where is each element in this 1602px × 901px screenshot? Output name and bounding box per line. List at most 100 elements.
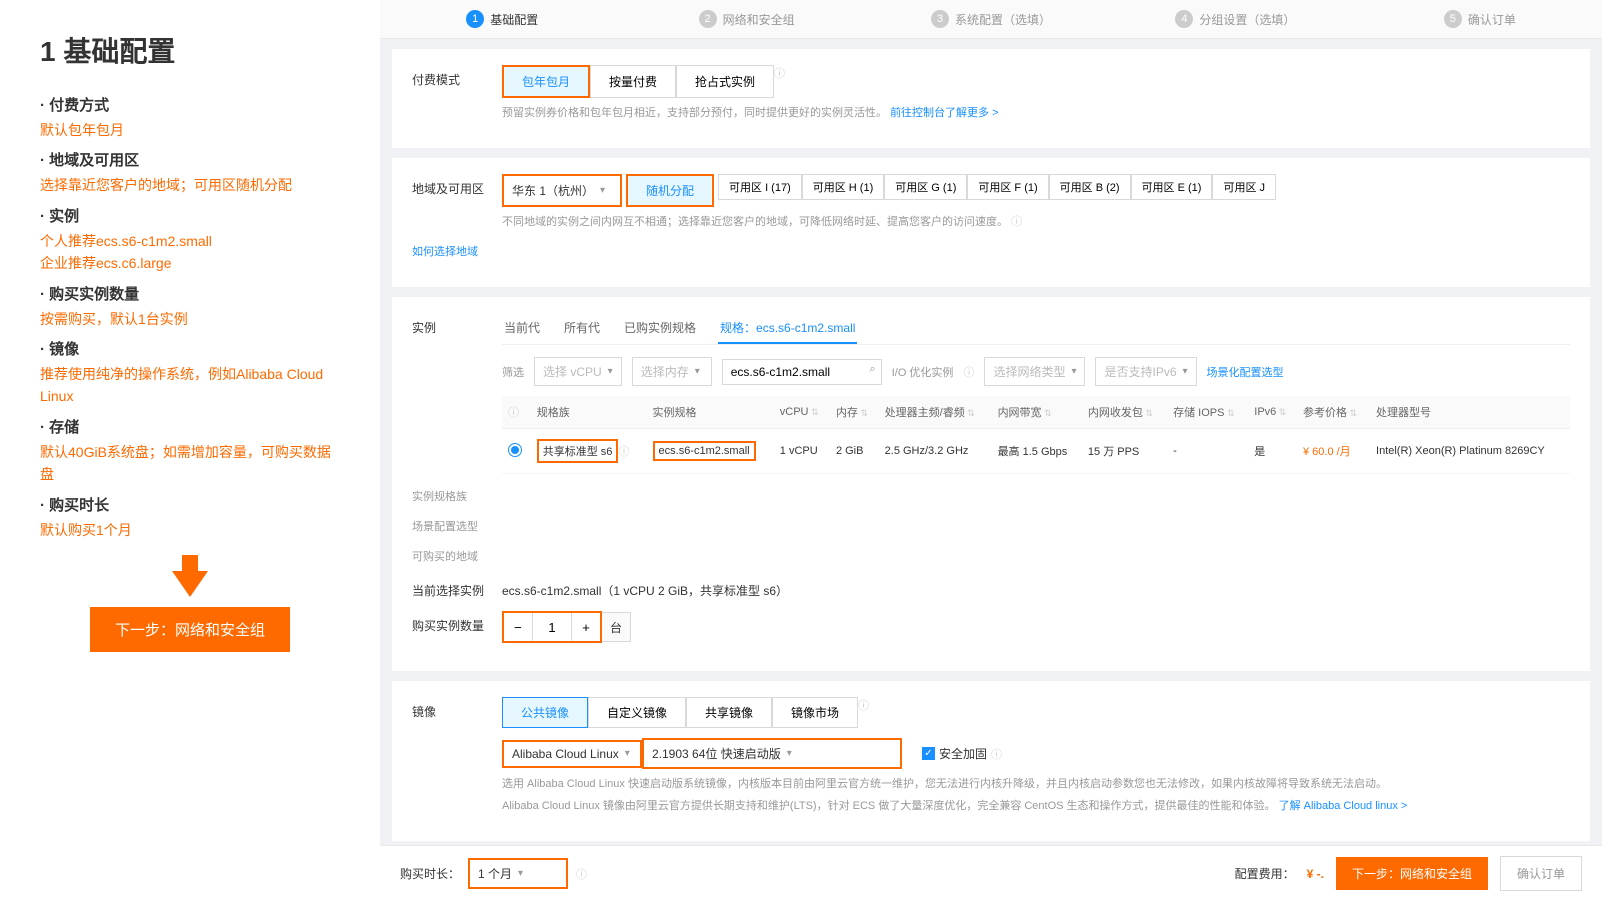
io-optimized-label: I/O 优化实例 bbox=[892, 364, 954, 380]
security-checkbox[interactable] bbox=[922, 747, 935, 760]
zone-button[interactable]: 可用区 B (2) bbox=[1049, 174, 1131, 200]
filter-vcpu-select[interactable]: 选择 vCPU bbox=[534, 357, 622, 386]
table-header[interactable]: 内网收发包 ⇅ bbox=[1082, 396, 1167, 429]
payment-spot[interactable]: 抢占式实例 bbox=[676, 65, 774, 98]
footer-bar: 购买时长： 1 个月 ⓘ 配置费用： ¥ -. 下一步：网络和安全组 确认订单 bbox=[380, 845, 1602, 901]
sidebar-heading: 存储 bbox=[40, 416, 340, 437]
instance-label: 实例 bbox=[412, 313, 502, 336]
instance-family-sublabel: 实例规格族 bbox=[412, 486, 502, 504]
filter-network-select[interactable]: 选择网络类型 bbox=[984, 357, 1085, 386]
table-header[interactable]: 处理器主频/睿频 ⇅ bbox=[879, 396, 992, 429]
wizard-steps: 1基础配置2网络和安全组3系统配置（选填）4分组设置（选填）5确认订单 bbox=[380, 0, 1602, 39]
zone-button[interactable]: 可用区 H (1) bbox=[802, 174, 885, 200]
image-label: 镜像 bbox=[412, 697, 502, 720]
info-icon: ⓘ bbox=[858, 697, 869, 728]
sidebar-desc: 默认购买1个月 bbox=[40, 519, 340, 541]
instance-search-input[interactable] bbox=[722, 359, 882, 385]
qty-input[interactable] bbox=[532, 613, 572, 641]
info-icon[interactable]: ⓘ bbox=[774, 65, 785, 98]
qty-plus-button[interactable]: + bbox=[572, 613, 600, 641]
sidebar-desc: 推荐使用纯净的操作系统，例如Alibaba Cloud Linux bbox=[40, 363, 340, 408]
duration-label: 购买时长： bbox=[400, 865, 460, 882]
payment-yearly-monthly[interactable]: 包年包月 bbox=[502, 65, 590, 98]
sidebar-heading: 地域及可用区 bbox=[40, 149, 340, 170]
current-instance-value: ecs.s6-c1m2.small（1 vCPU 2 GiB，共享标准型 s6） bbox=[502, 576, 1570, 599]
table-header[interactable]: IPv6 ⇅ bbox=[1248, 396, 1297, 429]
filter-label: 筛选 bbox=[502, 364, 524, 380]
table-header: 实例规格 bbox=[647, 396, 774, 429]
table-header[interactable]: 存储 IOPS ⇅ bbox=[1167, 396, 1248, 429]
os-version-select[interactable]: 2.1903 64位 快速启动版 bbox=[642, 738, 902, 769]
payment-mode-label: 付费模式 bbox=[412, 65, 502, 88]
instance-tab[interactable]: 当前代 bbox=[502, 313, 542, 344]
instance-table: ⓘ规格族实例规格vCPU ⇅内存 ⇅处理器主频/睿频 ⇅内网带宽 ⇅内网收发包 … bbox=[502, 396, 1570, 474]
qty-unit: 台 bbox=[602, 612, 631, 642]
filter-ipv6-select[interactable]: 是否支持IPv6 bbox=[1095, 357, 1196, 386]
region-select[interactable]: 华东 1（杭州） bbox=[502, 174, 622, 207]
zone-button[interactable]: 可用区 G (1) bbox=[884, 174, 967, 200]
sidebar-desc: 按需购买，默认1台实例 bbox=[40, 308, 340, 330]
wizard-step[interactable]: 4分组设置（选填） bbox=[1113, 0, 1357, 38]
table-header[interactable]: 内存 ⇅ bbox=[830, 396, 879, 429]
sidebar-desc: 选择靠近您客户的地域；可用区随机分配 bbox=[40, 174, 340, 196]
instance-tab[interactable]: 规格：ecs.s6-c1m2.small bbox=[718, 313, 857, 344]
security-label: 安全加固 bbox=[939, 745, 987, 762]
sidebar-heading: 付费方式 bbox=[40, 94, 340, 115]
main-panel: 1基础配置2网络和安全组3系统配置（选填）4分组设置（选填）5确认订单 付费模式… bbox=[380, 0, 1602, 901]
table-header: 规格族 bbox=[531, 396, 647, 429]
zone-button[interactable]: 可用区 I (17) bbox=[718, 174, 802, 200]
wizard-step[interactable]: 2网络和安全组 bbox=[624, 0, 868, 38]
current-instance-label: 当前选择实例 bbox=[412, 576, 502, 599]
zone-random-button[interactable]: 随机分配 bbox=[626, 174, 714, 207]
qty-minus-button[interactable]: − bbox=[504, 613, 532, 641]
image-tab-public[interactable]: 公共镜像 bbox=[502, 697, 588, 728]
region-hint: 不同地域的实例之间内网互不相通；选择靠近您客户的地域，可降低网络时延、提高您客户… bbox=[502, 213, 1570, 229]
zone-button[interactable]: 可用区 E (1) bbox=[1131, 174, 1213, 200]
filter-memory-select[interactable]: 选择内存 bbox=[632, 357, 712, 386]
os-select[interactable]: Alibaba Cloud Linux bbox=[502, 740, 642, 768]
zone-button[interactable]: 可用区 F (1) bbox=[967, 174, 1048, 200]
sidebar-heading: 购买时长 bbox=[40, 494, 340, 515]
payment-hint-link[interactable]: 前往控制台了解更多 > bbox=[890, 107, 998, 119]
instance-tab[interactable]: 已购实例规格 bbox=[622, 313, 698, 344]
image-tab-shared[interactable]: 共享镜像 bbox=[686, 697, 772, 728]
sidebar-desc: 个人推荐ecs.s6-c1m2.small企业推荐ecs.c6.large bbox=[40, 230, 340, 275]
wizard-step[interactable]: 1基础配置 bbox=[380, 0, 624, 38]
sidebar-next-button[interactable]: 下一步：网络和安全组 bbox=[90, 607, 290, 652]
payment-hint: 预留实例券价格和包年包月相近，支持部分预付，同时提供更好的实例灵活性。 前往控制… bbox=[502, 104, 1570, 120]
image-learn-more-link[interactable]: 了解 Alibaba Cloud linux > bbox=[1279, 800, 1408, 812]
footer-confirm-button[interactable]: 确认订单 bbox=[1500, 856, 1582, 891]
table-header: 处理器型号 bbox=[1370, 396, 1570, 429]
image-desc2: Alibaba Cloud Linux 镜像由阿里云官方提供长期支持和维护(LT… bbox=[502, 797, 1570, 813]
image-desc1: 选用 Alibaba Cloud Linux 快速启动版系统镜像，内核版本目前由… bbox=[502, 775, 1570, 791]
qty-label: 购买实例数量 bbox=[412, 611, 502, 634]
cost-value: ¥ -. bbox=[1307, 867, 1324, 881]
duration-select[interactable]: 1 个月 bbox=[468, 858, 568, 889]
instance-radio[interactable] bbox=[508, 443, 522, 457]
sidebar-desc: 默认包年包月 bbox=[40, 119, 340, 141]
scene-config-link[interactable]: 场景化配置选型 bbox=[1207, 364, 1284, 380]
instance-tab[interactable]: 所有代 bbox=[562, 313, 602, 344]
cost-label: 配置费用： bbox=[1235, 865, 1295, 882]
table-header: ⓘ bbox=[502, 396, 531, 429]
sidebar-title: 1 基础配置 bbox=[40, 30, 340, 70]
tutorial-sidebar: 1 基础配置 付费方式默认包年包月地域及可用区选择靠近您客户的地域；可用区随机分… bbox=[0, 0, 380, 901]
image-tab-custom[interactable]: 自定义镜像 bbox=[588, 697, 686, 728]
wizard-step[interactable]: 5确认订单 bbox=[1358, 0, 1602, 38]
footer-next-button[interactable]: 下一步：网络和安全组 bbox=[1336, 857, 1488, 890]
instance-table-row[interactable]: 共享标准型 s6ⓘ ecs.s6-c1m2.small 1 vCPU 2 GiB… bbox=[502, 429, 1570, 474]
arrow-down-icon bbox=[172, 571, 208, 597]
wizard-step[interactable]: 3系统配置（选填） bbox=[869, 0, 1113, 38]
payment-pay-as-you-go[interactable]: 按量付费 bbox=[590, 65, 676, 98]
table-header[interactable]: vCPU ⇅ bbox=[774, 396, 830, 429]
image-tab-market[interactable]: 镜像市场 bbox=[772, 697, 858, 728]
search-icon[interactable]: ⌕ bbox=[870, 363, 876, 376]
sidebar-heading: 实例 bbox=[40, 205, 340, 226]
zone-button[interactable]: 可用区 J bbox=[1212, 174, 1276, 200]
region-help-link[interactable]: 如何选择地域 bbox=[412, 241, 502, 259]
sidebar-heading: 镜像 bbox=[40, 338, 340, 359]
table-header[interactable]: 内网带宽 ⇅ bbox=[992, 396, 1082, 429]
sidebar-heading: 购买实例数量 bbox=[40, 283, 340, 304]
table-header[interactable]: 参考价格 ⇅ bbox=[1297, 396, 1370, 429]
region-label: 地域及可用区 bbox=[412, 174, 502, 197]
